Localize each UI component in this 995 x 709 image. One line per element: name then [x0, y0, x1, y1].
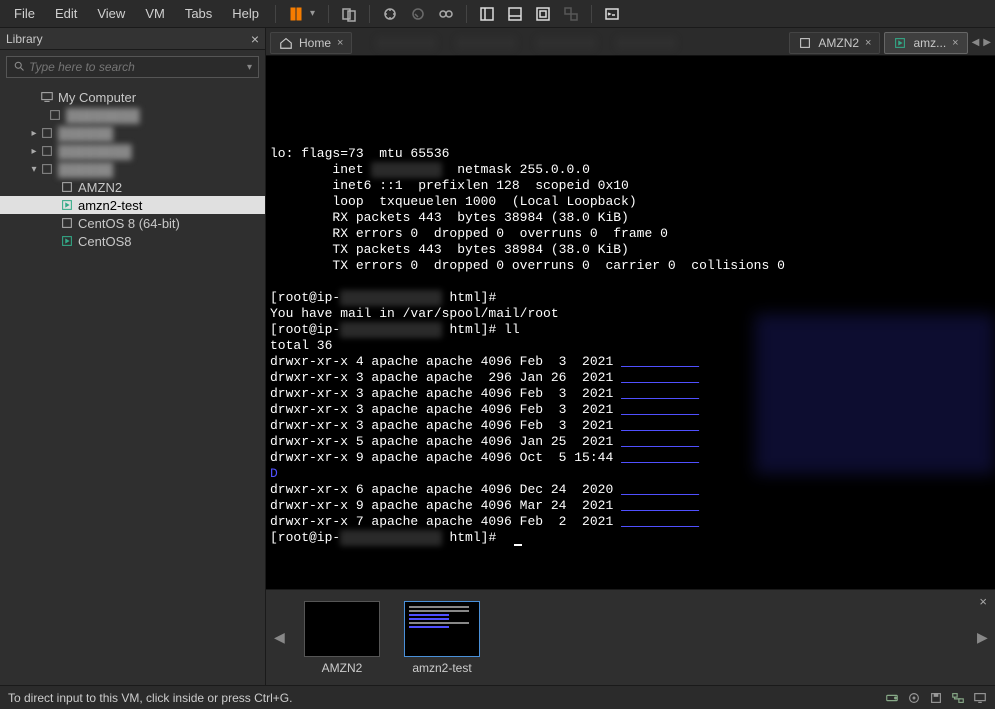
status-bar: To direct input to this VM, click inside…: [0, 685, 995, 709]
display-icon[interactable]: [973, 691, 987, 705]
library-sidebar: Library × ▾ My Computer ████████: [0, 28, 266, 685]
thumb-preview: [404, 601, 480, 657]
tab-amzn2-test[interactable]: amz... ×: [884, 32, 967, 54]
snapshot-button[interactable]: [378, 2, 402, 26]
computer-icon: [40, 90, 54, 104]
tree-item-label: CentOS 8 (64-bit): [78, 216, 180, 231]
tab-close-icon[interactable]: ×: [337, 37, 343, 49]
tab-redacted: [376, 37, 436, 49]
vm-off-icon: [60, 180, 74, 194]
status-hint: To direct input to this VM, click inside…: [8, 691, 292, 705]
menubar: File Edit View VM Tabs Help ▾: [0, 0, 995, 28]
vm-on-icon: [60, 198, 74, 212]
vm-off-icon: [60, 216, 74, 230]
tree-item-label: CentOS8: [78, 234, 131, 249]
tab-home[interactable]: Home ×: [270, 32, 352, 54]
search-icon: [13, 60, 25, 75]
home-icon: [279, 36, 293, 50]
tab-label: amz...: [913, 36, 946, 50]
tab-redacted: [616, 37, 676, 49]
content-area: Home × AMZN2 × amz... ×: [266, 28, 995, 685]
expand-icon[interactable]: ▸: [28, 128, 40, 139]
library-tree: My Computer ████████ ▸ ██████ ▸: [0, 84, 265, 685]
menu-tabs[interactable]: Tabs: [175, 2, 222, 25]
library-search[interactable]: ▾: [6, 56, 259, 78]
menu-edit[interactable]: Edit: [45, 2, 87, 25]
tree-item-label: amzn2-test: [78, 198, 142, 213]
tree-item-redacted-4[interactable]: ▾ ██████: [0, 160, 265, 178]
console-button[interactable]: [600, 2, 624, 26]
fullscreen-button[interactable]: [531, 2, 555, 26]
thumb-amzn2-test[interactable]: amzn2-test: [400, 601, 484, 675]
expand-icon[interactable]: ▸: [28, 146, 40, 157]
library-close-icon[interactable]: ×: [251, 31, 259, 47]
tree-item-label: AMZN2: [78, 180, 122, 195]
floppy-icon[interactable]: [929, 691, 943, 705]
vm-off-icon: [48, 108, 62, 122]
thumbnail-close-icon[interactable]: ×: [979, 594, 987, 609]
tree-item-redacted-1[interactable]: ████████: [0, 106, 265, 124]
tree-item-redacted-3[interactable]: ▸ ████████: [0, 142, 265, 160]
vm-off-icon: [40, 144, 54, 158]
tab-redacted: [456, 37, 516, 49]
library-title: Library: [6, 32, 43, 46]
collapse-icon[interactable]: ▾: [28, 164, 40, 175]
tab-amzn2[interactable]: AMZN2 ×: [789, 32, 880, 54]
vm-console-terminal[interactable]: lo: flags=73 mtu 65536 inet 127.0.0.1 ne…: [266, 56, 995, 589]
tree-item-amzn2-test[interactable]: amzn2-test: [0, 196, 265, 214]
vm-on-icon: [60, 234, 74, 248]
menu-vm[interactable]: VM: [135, 2, 175, 25]
tab-label: AMZN2: [818, 36, 859, 50]
pause-dropdown-icon[interactable]: ▾: [310, 8, 318, 19]
thumb-preview: [304, 601, 380, 657]
tab-scroll-left-icon[interactable]: ◀: [972, 37, 980, 48]
tab-label: Home: [299, 36, 331, 50]
menu-view[interactable]: View: [87, 2, 135, 25]
status-device-icons: [885, 691, 987, 705]
tab-scroll-right-icon[interactable]: ▶: [983, 37, 991, 48]
search-dropdown-icon[interactable]: ▾: [247, 62, 252, 73]
tab-close-icon[interactable]: ×: [865, 37, 871, 49]
cd-icon[interactable]: [907, 691, 921, 705]
thumb-label: AMZN2: [322, 661, 363, 675]
thumb-label: amzn2-test: [412, 661, 471, 675]
manage-snapshot-button[interactable]: [434, 2, 458, 26]
pause-button[interactable]: [284, 2, 308, 26]
tree-root-my-computer[interactable]: My Computer: [0, 88, 265, 106]
view-split-button[interactable]: [503, 2, 527, 26]
vm-on-icon: [893, 36, 907, 50]
revert-snapshot-button[interactable]: [406, 2, 430, 26]
hdd-icon[interactable]: [885, 691, 899, 705]
menu-help[interactable]: Help: [222, 2, 269, 25]
unity-button[interactable]: [559, 2, 583, 26]
devices-button[interactable]: [337, 2, 361, 26]
thumb-scroll-left-icon[interactable]: ◀: [274, 629, 284, 646]
redacted-overlay: [755, 314, 995, 474]
tab-redacted: [536, 37, 596, 49]
vm-off-icon: [40, 126, 54, 140]
thumb-amzn2[interactable]: AMZN2: [300, 601, 384, 675]
thumbnail-strip: × ◀ AMZN2 amzn2-test ▶: [266, 589, 995, 685]
tree-item-centos8[interactable]: CentOS8: [0, 232, 265, 250]
vm-off-icon: [798, 36, 812, 50]
tree-item-centos8-64[interactable]: CentOS 8 (64-bit): [0, 214, 265, 232]
view-single-button[interactable]: [475, 2, 499, 26]
library-header: Library ×: [0, 28, 265, 50]
tree-root-label: My Computer: [58, 90, 136, 105]
menu-file[interactable]: File: [4, 2, 45, 25]
tree-item-amzn2[interactable]: AMZN2: [0, 178, 265, 196]
network-icon[interactable]: [951, 691, 965, 705]
thumb-scroll-right-icon[interactable]: ▶: [977, 629, 987, 646]
tab-bar: Home × AMZN2 × amz... ×: [266, 28, 995, 56]
vm-off-icon: [40, 162, 54, 176]
tree-item-redacted-2[interactable]: ▸ ██████: [0, 124, 265, 142]
tab-close-icon[interactable]: ×: [952, 37, 958, 49]
search-input[interactable]: [29, 60, 247, 74]
